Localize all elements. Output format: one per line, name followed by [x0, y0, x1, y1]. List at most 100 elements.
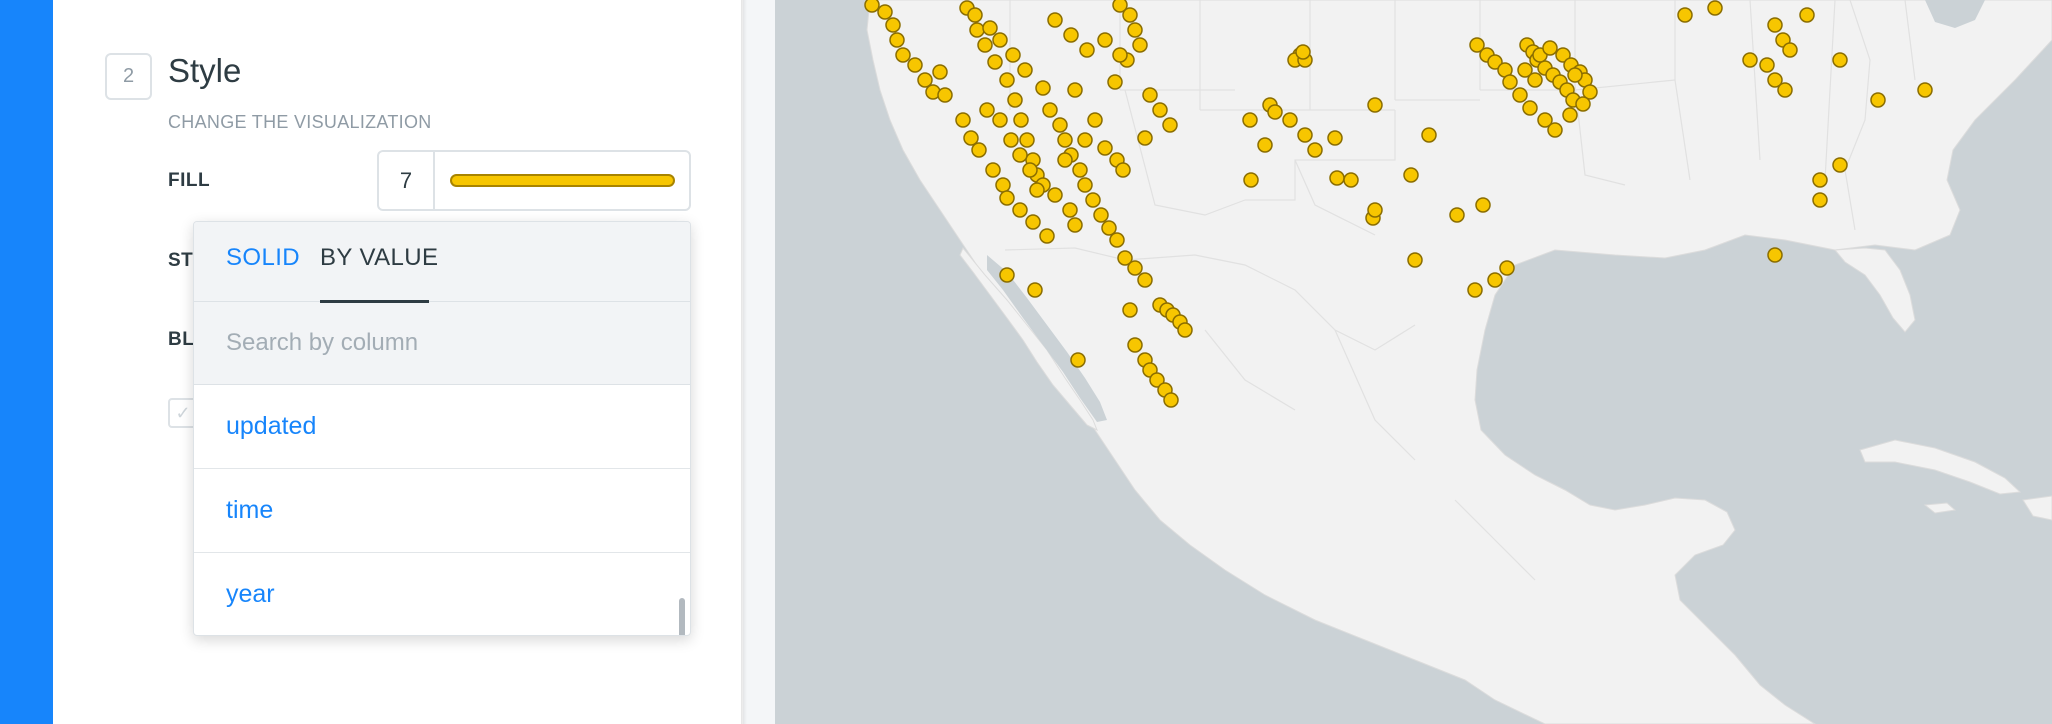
map-point[interactable]	[1079, 42, 1095, 58]
map-canvas[interactable]	[775, 0, 2052, 724]
map-point[interactable]	[1127, 337, 1143, 353]
map-point[interactable]	[992, 112, 1008, 128]
map-point[interactable]	[1012, 147, 1028, 163]
fill-control[interactable]: 7	[377, 150, 691, 211]
map-point[interactable]	[1295, 44, 1311, 60]
map-point[interactable]	[864, 0, 880, 13]
map-view[interactable]	[775, 0, 2052, 724]
map-point[interactable]	[1162, 117, 1178, 133]
map-point[interactable]	[1067, 217, 1083, 233]
map-point[interactable]	[967, 7, 983, 23]
map-point[interactable]	[1542, 40, 1558, 56]
map-point[interactable]	[985, 162, 1001, 178]
map-point[interactable]	[1152, 102, 1168, 118]
map-point[interactable]	[999, 72, 1015, 88]
map-point[interactable]	[877, 4, 893, 20]
map-point[interactable]	[1367, 202, 1383, 218]
map-point[interactable]	[932, 64, 948, 80]
map-point[interactable]	[1115, 162, 1131, 178]
column-option-year[interactable]: year	[194, 553, 690, 635]
map-point[interactable]	[1093, 207, 1109, 223]
map-point[interactable]	[1329, 170, 1345, 186]
map-point[interactable]	[1142, 87, 1158, 103]
map-point[interactable]	[1122, 302, 1138, 318]
map-point[interactable]	[1502, 74, 1518, 90]
map-point[interactable]	[1782, 42, 1798, 58]
map-point[interactable]	[1297, 127, 1313, 143]
map-point[interactable]	[1917, 82, 1933, 98]
map-point[interactable]	[1742, 52, 1758, 68]
map-point[interactable]	[1112, 47, 1128, 63]
map-point[interactable]	[1109, 232, 1125, 248]
column-option-time[interactable]: time	[194, 469, 690, 553]
map-point[interactable]	[1267, 104, 1283, 120]
map-point[interactable]	[1767, 17, 1783, 33]
map-point[interactable]	[1449, 207, 1465, 223]
map-point[interactable]	[1870, 92, 1886, 108]
map-point[interactable]	[1812, 172, 1828, 188]
map-point[interactable]	[1085, 192, 1101, 208]
map-point[interactable]	[1777, 82, 1793, 98]
map-point[interactable]	[1177, 322, 1193, 338]
map-point[interactable]	[1107, 74, 1123, 90]
map-point[interactable]	[1759, 57, 1775, 73]
map-point[interactable]	[1070, 352, 1086, 368]
map-point[interactable]	[969, 22, 985, 38]
map-point[interactable]	[1243, 172, 1259, 188]
map-point[interactable]	[885, 17, 901, 33]
map-point[interactable]	[1077, 177, 1093, 193]
map-point[interactable]	[1005, 47, 1021, 63]
map-point[interactable]	[1025, 214, 1041, 230]
map-point[interactable]	[1475, 197, 1491, 213]
column-option-updated[interactable]: updated	[194, 385, 690, 469]
map-point[interactable]	[1499, 260, 1515, 276]
map-point[interactable]	[955, 112, 971, 128]
map-point[interactable]	[1522, 100, 1538, 116]
map-point[interactable]	[995, 177, 1011, 193]
map-point[interactable]	[1127, 260, 1143, 276]
map-point[interactable]	[979, 102, 995, 118]
map-point[interactable]	[1039, 228, 1055, 244]
map-point[interactable]	[1057, 132, 1073, 148]
map-point[interactable]	[1575, 96, 1591, 112]
map-point[interactable]	[1467, 282, 1483, 298]
map-point[interactable]	[1122, 7, 1138, 23]
map-point[interactable]	[1677, 7, 1693, 23]
dropdown-scrollbar[interactable]	[679, 598, 685, 635]
map-point[interactable]	[999, 190, 1015, 206]
map-point[interactable]	[1007, 92, 1023, 108]
map-point[interactable]	[1832, 52, 1848, 68]
map-point[interactable]	[1017, 62, 1033, 78]
map-point[interactable]	[1013, 112, 1029, 128]
map-point[interactable]	[977, 37, 993, 53]
map-point[interactable]	[1562, 107, 1578, 123]
map-point[interactable]	[1003, 132, 1019, 148]
map-point[interactable]	[1035, 80, 1051, 96]
map-point[interactable]	[1403, 167, 1419, 183]
map-point[interactable]	[1077, 132, 1093, 148]
map-point[interactable]	[1097, 32, 1113, 48]
map-point[interactable]	[889, 32, 905, 48]
map-point[interactable]	[1407, 252, 1423, 268]
column-search-input[interactable]	[226, 329, 646, 357]
map-point[interactable]	[1063, 27, 1079, 43]
map-point[interactable]	[1042, 102, 1058, 118]
map-point[interactable]	[1527, 72, 1543, 88]
map-point[interactable]	[907, 57, 923, 73]
map-point[interactable]	[1327, 130, 1343, 146]
map-point[interactable]	[982, 20, 998, 36]
map-point[interactable]	[1057, 152, 1073, 168]
fill-size-input[interactable]: 7	[379, 152, 435, 209]
map-point[interactable]	[971, 142, 987, 158]
map-point[interactable]	[1062, 202, 1078, 218]
map-point[interactable]	[1097, 140, 1113, 156]
map-point[interactable]	[1343, 172, 1359, 188]
map-point[interactable]	[1047, 187, 1063, 203]
map-point[interactable]	[937, 87, 953, 103]
map-point[interactable]	[1132, 37, 1148, 53]
map-point[interactable]	[1072, 162, 1088, 178]
map-point[interactable]	[1242, 112, 1258, 128]
map-point[interactable]	[1832, 157, 1848, 173]
map-point[interactable]	[1137, 272, 1153, 288]
map-point[interactable]	[1282, 112, 1298, 128]
